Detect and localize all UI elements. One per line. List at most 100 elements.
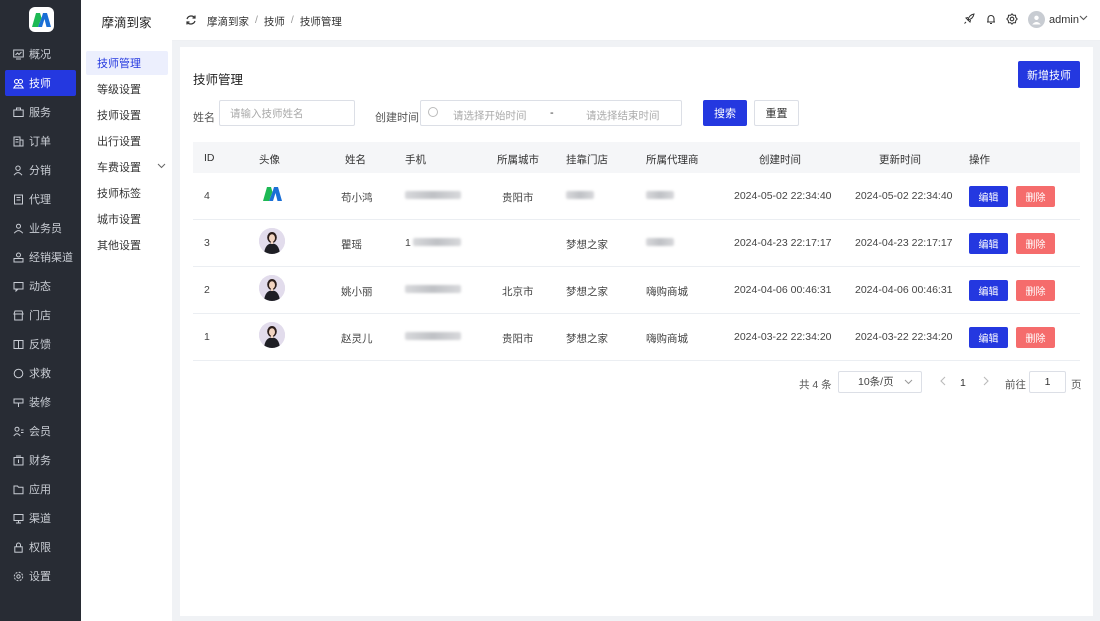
redacted-agent bbox=[646, 191, 674, 199]
rail-item[interactable]: 分销 bbox=[5, 157, 76, 183]
rail-item[interactable]: 反馈 bbox=[5, 331, 76, 357]
rail-item[interactable]: 财务 bbox=[5, 447, 76, 473]
next-page-icon[interactable] bbox=[982, 376, 990, 386]
submenu-item[interactable]: 等级设置 bbox=[86, 77, 168, 101]
rail-item[interactable]: 概况 bbox=[5, 41, 76, 67]
submenu-item[interactable]: 技师设置 bbox=[86, 103, 168, 127]
main-nav-rail: 概况技师服务订单分销代理业务员经销渠道动态门店反馈求救装修会员财务应用渠道权限设… bbox=[0, 0, 81, 621]
submenu-item[interactable]: 出行设置 bbox=[86, 129, 168, 153]
rail-item-label: 门店 bbox=[29, 310, 51, 322]
rail-item[interactable]: 经销渠道 bbox=[5, 244, 76, 270]
edit-button[interactable]: 编辑 bbox=[969, 186, 1008, 207]
rail-item[interactable]: 门店 bbox=[5, 302, 76, 328]
rail-item[interactable]: 设置 bbox=[5, 563, 76, 589]
name-search-placeholder: 请输入技师姓名 bbox=[230, 107, 304, 120]
submenu-item[interactable]: 技师标签 bbox=[86, 181, 168, 205]
name-search-input[interactable]: 请输入技师姓名 bbox=[219, 100, 355, 126]
submenu-item-label: 车费设置 bbox=[97, 162, 141, 174]
goto-page-input[interactable]: 1 bbox=[1029, 371, 1066, 393]
rail-item-label: 装修 bbox=[29, 397, 51, 409]
rail-item[interactable]: 订单 bbox=[5, 128, 76, 154]
rail-item-label: 渠道 bbox=[29, 513, 51, 525]
cell-id: 4 bbox=[204, 190, 210, 202]
rail-item[interactable]: 会员 bbox=[5, 418, 76, 444]
rail-item[interactable]: 技师 bbox=[5, 70, 76, 96]
user-avatar[interactable] bbox=[1028, 11, 1045, 28]
table-header: ID 头像 姓名 手机 所属城市 挂靠门店 所属代理商 创建时间 更新时间 操作 bbox=[193, 142, 1080, 173]
table-row: 4 苟小鸿 贵阳市 2024-05-02 22:34:40 2024-05-02 22:… bbox=[193, 173, 1080, 220]
cell-id: 2 bbox=[204, 284, 210, 296]
breadcrumb-item[interactable]: 摩滴到家 bbox=[207, 14, 249, 29]
end-date-input[interactable]: 请选择结束时间 bbox=[586, 108, 660, 123]
brush-icon bbox=[12, 396, 24, 408]
rail-item[interactable]: 动态 bbox=[5, 273, 76, 299]
chart-monitor-icon bbox=[12, 48, 24, 60]
rail-item[interactable]: 业务员 bbox=[5, 215, 76, 241]
range-separator: - bbox=[550, 107, 554, 119]
submenu-item[interactable]: 车费设置 bbox=[86, 155, 168, 179]
column-header: 头像 bbox=[259, 154, 280, 166]
add-technician-button[interactable]: 新增技师 bbox=[1018, 61, 1080, 88]
delete-button[interactable]: 删除 bbox=[1016, 233, 1055, 254]
delete-button[interactable]: 删除 bbox=[1016, 327, 1055, 348]
column-header: 挂靠门店 bbox=[566, 154, 608, 166]
bell-icon[interactable] bbox=[985, 13, 998, 26]
submenu-item[interactable]: 技师管理 bbox=[86, 51, 168, 75]
cell-phone: 1 bbox=[405, 237, 411, 249]
gear-icon[interactable] bbox=[1006, 13, 1019, 26]
column-header: 所属代理商 bbox=[646, 154, 699, 166]
store-icon bbox=[12, 309, 24, 321]
start-date-input[interactable]: 请选择开始时间 bbox=[453, 108, 527, 123]
column-header: 创建时间 bbox=[759, 154, 801, 166]
search-button[interactable]: 搜索 bbox=[703, 100, 747, 126]
submenu-item[interactable]: 其他设置 bbox=[86, 233, 168, 257]
column-header: 手机 bbox=[405, 154, 426, 166]
chevron-down-icon[interactable] bbox=[1079, 13, 1088, 22]
rail-item[interactable]: 服务 bbox=[5, 99, 76, 125]
prev-page-icon[interactable] bbox=[939, 376, 947, 386]
rail-item[interactable]: 求救 bbox=[5, 360, 76, 386]
delete-button[interactable]: 删除 bbox=[1016, 186, 1055, 207]
cell-created-time: 2024-04-23 22:17:17 bbox=[734, 237, 832, 249]
rail-item-label: 订单 bbox=[29, 136, 51, 148]
message-icon bbox=[12, 280, 24, 292]
edit-button[interactable]: 编辑 bbox=[969, 233, 1008, 254]
rail-item[interactable]: 权限 bbox=[5, 534, 76, 560]
refresh-icon[interactable] bbox=[185, 14, 197, 26]
date-range-picker[interactable]: 请选择开始时间 - 请选择结束时间 bbox=[420, 100, 682, 126]
main-content-card: 技师管理 新增技师 姓名 请输入技师姓名 创建时间 请选择开始时间 - 请选择结… bbox=[180, 47, 1093, 616]
rail-item[interactable]: 应用 bbox=[5, 476, 76, 502]
rail-item-label: 动态 bbox=[29, 281, 51, 293]
edit-button[interactable]: 编辑 bbox=[969, 327, 1008, 348]
edit-button[interactable]: 编辑 bbox=[969, 280, 1008, 301]
briefcase-icon bbox=[12, 106, 24, 118]
redacted-agent bbox=[646, 238, 674, 246]
cell-city: 北京市 bbox=[502, 286, 534, 298]
submenu-item[interactable]: 城市设置 bbox=[86, 207, 168, 231]
wallet-icon bbox=[12, 454, 24, 466]
rail-item[interactable]: 渠道 bbox=[5, 505, 76, 531]
app-logo[interactable] bbox=[29, 7, 54, 32]
reset-button[interactable]: 重置 bbox=[754, 100, 799, 126]
rail-item[interactable]: 代理 bbox=[5, 186, 76, 212]
rail-item-label: 权限 bbox=[29, 542, 51, 554]
user-group-icon bbox=[12, 222, 24, 234]
rocket-icon[interactable] bbox=[963, 13, 976, 26]
cell-city: 贵阳市 bbox=[502, 333, 534, 345]
cell-city: 贵阳市 bbox=[502, 192, 534, 204]
page-number[interactable]: 1 bbox=[960, 377, 966, 389]
cell-agent: 嗨购商城 bbox=[646, 333, 688, 345]
cell-created-time: 2024-04-06 00:46:31 bbox=[734, 284, 832, 296]
column-header: 姓名 bbox=[345, 154, 366, 166]
clock-icon bbox=[428, 107, 438, 117]
page-size-select[interactable]: 10条/页 bbox=[838, 371, 922, 393]
rail-item[interactable]: 装修 bbox=[5, 389, 76, 415]
pagination-total: 共 4 条 bbox=[799, 379, 832, 391]
breadcrumb-separator: / bbox=[255, 14, 258, 26]
breadcrumb-item[interactable]: 技师 bbox=[264, 14, 285, 29]
cell-store: 梦想之家 bbox=[566, 333, 608, 345]
delete-button[interactable]: 删除 bbox=[1016, 280, 1055, 301]
rail-item-label: 概况 bbox=[29, 49, 51, 61]
rail-item-label: 求救 bbox=[29, 368, 51, 380]
username[interactable]: admin bbox=[1049, 14, 1079, 26]
